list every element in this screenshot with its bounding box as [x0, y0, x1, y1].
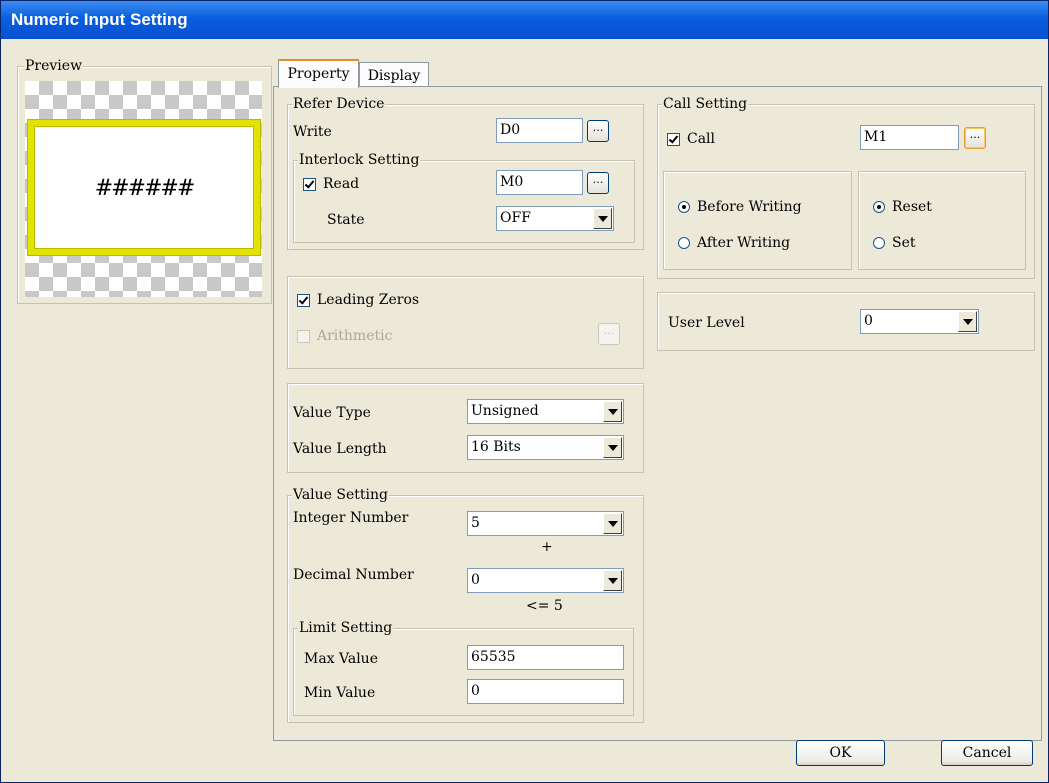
chevron-down-icon[interactable] — [603, 437, 622, 458]
call-label: Call — [687, 131, 716, 147]
tab-display[interactable]: Display — [359, 62, 429, 87]
preview-frame: ###### — [28, 120, 260, 255]
window-title: Numeric Input Setting — [11, 10, 188, 29]
leading-zeros-label: Leading Zeros — [317, 292, 420, 308]
plus-sign: + — [541, 539, 553, 555]
chevron-down-icon[interactable] — [958, 311, 977, 332]
ok-button[interactable]: OK — [796, 740, 885, 766]
min-value-label: Min Value — [304, 685, 376, 701]
value-type-dropdown[interactable]: Unsigned — [467, 399, 624, 424]
value-length-value: 16 Bits — [471, 439, 521, 455]
decimal-number-label: Decimal Number — [293, 567, 414, 583]
arithmetic-browse-button[interactable]: ... — [598, 323, 620, 345]
options-group: Leading Zeros Arithmetic ... — [287, 276, 644, 369]
call-setting-group: Call Setting Call M1 ... Before Writing … — [657, 96, 1035, 279]
write-label: Write — [293, 124, 332, 140]
value-type-group: Value Type Unsigned Value Length 16 Bits — [287, 383, 644, 473]
state-label: State — [327, 212, 365, 228]
call-setting-legend: Call Setting — [662, 96, 749, 112]
chevron-down-icon[interactable] — [603, 401, 622, 422]
read-device-field[interactable]: M0 — [496, 170, 583, 195]
before-writing-radio[interactable] — [678, 201, 690, 213]
integer-number-dropdown[interactable]: 5 — [467, 511, 624, 536]
min-value-field[interactable]: 0 — [467, 679, 624, 704]
after-writing-radio[interactable] — [678, 237, 690, 249]
state-value: OFF — [500, 210, 531, 226]
user-level-group: User Level 0 — [657, 292, 1035, 351]
refer-device-legend: Refer Device — [292, 96, 386, 112]
read-label: Read — [323, 176, 360, 192]
interlock-legend: Interlock Setting — [298, 152, 421, 168]
read-browse-button[interactable]: ... — [587, 172, 609, 194]
value-setting-legend: Value Setting — [292, 487, 389, 503]
value-type-label: Value Type — [293, 405, 371, 421]
reset-label: Reset — [892, 199, 932, 215]
max-value-field[interactable]: 65535 — [467, 645, 624, 670]
reset-radio[interactable] — [873, 201, 885, 213]
value-length-dropdown[interactable]: 16 Bits — [467, 435, 624, 460]
write-browse-button[interactable]: ... — [587, 120, 609, 142]
limit-setting-group: Limit Setting Max Value 65535 Min Value … — [293, 620, 634, 716]
read-checkbox[interactable] — [303, 178, 316, 191]
user-level-value: 0 — [864, 313, 873, 329]
arithmetic-checkbox[interactable] — [297, 330, 310, 343]
title-bar[interactable]: Numeric Input Setting — [1, 1, 1048, 39]
cancel-button[interactable]: Cancel — [941, 740, 1033, 766]
arithmetic-label: Arithmetic — [317, 328, 393, 344]
refer-device-group: Refer Device Write D0 ... Interlock Sett… — [287, 96, 644, 250]
before-writing-label: Before Writing — [697, 199, 802, 215]
chevron-down-icon[interactable] — [603, 513, 622, 534]
decimal-number-value: 0 — [471, 572, 480, 588]
chevron-down-icon[interactable] — [603, 570, 622, 591]
value-length-label: Value Length — [293, 441, 387, 457]
integer-number-label: Integer Number — [293, 510, 409, 526]
value-type-value: Unsigned — [471, 403, 539, 419]
interlock-setting-group: Interlock Setting Read M0 ... State OFF — [293, 152, 635, 243]
after-writing-label: After Writing — [697, 235, 791, 251]
call-browse-button[interactable]: ... — [964, 127, 986, 149]
chevron-down-icon[interactable] — [593, 208, 612, 229]
call-device-field[interactable]: M1 — [860, 125, 959, 150]
tab-property[interactable]: Property — [278, 59, 359, 88]
write-device-field[interactable]: D0 — [496, 118, 583, 143]
user-level-dropdown[interactable]: 0 — [860, 309, 979, 334]
user-level-label: User Level — [668, 315, 745, 331]
integer-number-value: 5 — [471, 515, 480, 531]
preview-sample-text: ###### — [94, 176, 196, 201]
numeric-input-setting-dialog: Numeric Input Setting Preview ###### Pro… — [0, 0, 1049, 783]
action-options-group: Reset Set — [858, 171, 1026, 270]
state-dropdown[interactable]: OFF — [496, 206, 614, 231]
preview-legend: Preview — [24, 58, 84, 74]
set-radio[interactable] — [873, 237, 885, 249]
decimal-constraint-text: <= 5 — [526, 598, 563, 614]
decimal-number-dropdown[interactable]: 0 — [467, 568, 624, 593]
call-checkbox[interactable] — [667, 133, 680, 146]
value-setting-group: Value Setting Integer Number 5 + Decimal… — [287, 487, 644, 723]
property-panel: Refer Device Write D0 ... Interlock Sett… — [273, 86, 1042, 741]
leading-zeros-checkbox[interactable] — [297, 294, 310, 307]
timing-options-group: Before Writing After Writing — [663, 171, 852, 270]
max-value-label: Max Value — [304, 651, 378, 667]
set-label: Set — [892, 235, 916, 251]
limit-setting-legend: Limit Setting — [298, 620, 394, 636]
